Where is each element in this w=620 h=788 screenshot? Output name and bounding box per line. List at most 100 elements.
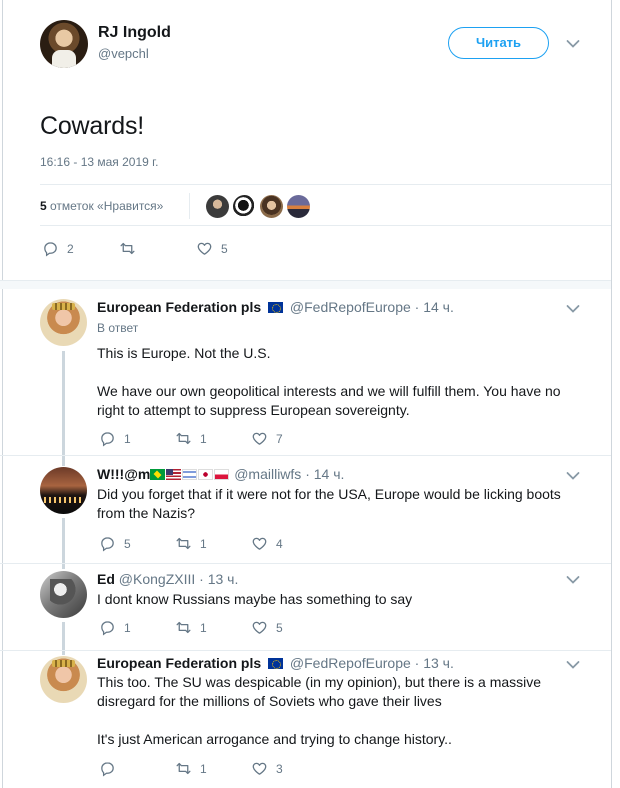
retweet-icon	[175, 619, 192, 636]
thread-line	[62, 518, 65, 563]
reply-text: Did you forget that if it were not for t…	[97, 485, 587, 523]
brazil-flag-icon	[150, 469, 166, 480]
reply-count: 1	[124, 620, 131, 635]
retweet-count: 1	[200, 536, 207, 551]
like-action[interactable]: 4	[251, 535, 283, 552]
reply-icon	[99, 430, 116, 447]
like-icon	[196, 240, 213, 257]
reply-action[interactable]	[99, 760, 124, 777]
thread-line	[62, 564, 65, 569]
reply-action[interactable]: 5	[99, 535, 131, 552]
like-action[interactable]: 7	[251, 430, 283, 447]
chevron-down-icon[interactable]	[566, 575, 580, 585]
poland-flag-icon	[214, 469, 230, 480]
retweet-count: 1	[200, 620, 207, 635]
chevron-down-icon[interactable]	[566, 471, 580, 481]
like-count: 5	[276, 620, 283, 635]
avatar[interactable]	[40, 467, 87, 514]
eu-flag-icon	[268, 302, 284, 313]
reply-text: This too. The SU was despicable (in my o…	[97, 673, 567, 749]
reply-count: 1	[124, 431, 131, 446]
eu-flag-icon	[268, 658, 284, 669]
retweet-icon	[175, 760, 192, 777]
chevron-down-icon[interactable]	[566, 304, 580, 314]
avatar[interactable]	[40, 20, 88, 68]
like-count: 5	[221, 241, 228, 256]
like-count: 4	[276, 536, 283, 551]
reply-author-handle[interactable]: @mailliwfs	[234, 466, 301, 482]
likes-count[interactable]: 5	[40, 199, 47, 213]
reply-author-handle[interactable]: @FedRepofEurope	[290, 299, 411, 315]
tweet-text: Cowards!	[40, 112, 144, 140]
reply-icon	[42, 240, 59, 257]
avatar[interactable]	[40, 299, 87, 346]
reply-author-name[interactable]: Ed	[97, 571, 115, 587]
reply-tweet[interactable]: W!!!@m @mailliwfs · 14 ч. Did you forget…	[0, 456, 611, 563]
in-reply-label[interactable]: В ответ	[97, 321, 138, 335]
chevron-down-icon[interactable]	[566, 39, 580, 49]
right-border	[611, 0, 612, 788]
reply-text: This is Europe. Not the U.S. We have our…	[97, 344, 587, 420]
liker-avatar[interactable]	[260, 195, 283, 218]
usa-flag-icon	[166, 469, 182, 480]
reply-author-handle[interactable]: @FedRepofEurope	[290, 655, 411, 671]
reply-author-name[interactable]: European Federation pls	[97, 299, 261, 315]
thread-line	[62, 622, 65, 650]
reply-tweet[interactable]: Ed @KongZXIII · 13 ч. I dont know Russia…	[0, 564, 611, 650]
avatar[interactable]	[40, 656, 87, 703]
israel-flag-icon	[182, 469, 198, 480]
author-handle[interactable]: @vepchl	[98, 46, 149, 61]
reply-header: European Federation pls @FedRepofEurope …	[97, 655, 454, 671]
liker-avatar[interactable]	[287, 195, 310, 218]
like-count: 7	[276, 431, 283, 446]
like-action[interactable]: 5	[251, 619, 283, 636]
reply-tweet[interactable]: European Federation pls @FedRepofEurope …	[0, 289, 611, 455]
chevron-down-icon[interactable]	[566, 660, 580, 670]
retweet-action[interactable]: 1	[175, 430, 207, 447]
reply-paragraph: This is Europe. Not the U.S.	[97, 345, 271, 361]
retweet-action[interactable]: 1	[175, 619, 207, 636]
retweet-icon	[175, 535, 192, 552]
reply-paragraph: Did you forget that if it were not for t…	[97, 486, 561, 521]
reply-action[interactable]: 1	[99, 619, 131, 636]
reply-header: European Federation pls @FedRepofEurope …	[97, 299, 454, 315]
retweet-action[interactable]: 1	[175, 760, 207, 777]
reply-paragraph: This too. The SU was despicable (in my o…	[97, 674, 542, 709]
reply-icon	[99, 619, 116, 636]
like-icon	[251, 430, 268, 447]
reply-time[interactable]: · 14 ч.	[415, 299, 454, 315]
like-icon	[251, 760, 268, 777]
tweet-timestamp[interactable]: 16:16 - 13 мая 2019 г.	[40, 155, 158, 169]
retweet-action[interactable]: 1	[175, 535, 207, 552]
retweet-action[interactable]	[119, 240, 144, 257]
retweet-icon	[175, 430, 192, 447]
like-icon	[251, 619, 268, 636]
thread-line	[62, 651, 65, 655]
thread-line	[62, 351, 65, 455]
liker-avatar[interactable]	[206, 195, 229, 218]
likes-row: 5 отметок «Нравится»	[40, 184, 611, 226]
reply-author-name[interactable]: European Federation pls	[97, 655, 261, 671]
reply-paragraph: It's just American arrogance and trying …	[97, 731, 452, 747]
avatar[interactable]	[40, 571, 87, 618]
likes-separator	[189, 193, 190, 219]
reply-time[interactable]: · 13 ч.	[415, 655, 454, 671]
liker-avatar[interactable]	[233, 195, 256, 218]
follow-button[interactable]: Читать	[448, 27, 549, 59]
reply-header: Ed @KongZXIII · 13 ч.	[97, 571, 238, 587]
tweet-actions: 2 5	[40, 240, 340, 260]
author-name[interactable]: RJ Ingold	[98, 24, 171, 42]
reply-tweet[interactable]: European Federation pls @FedRepofEurope …	[0, 651, 611, 788]
retweet-count: 1	[200, 431, 207, 446]
reply-action[interactable]: 1	[99, 430, 131, 447]
reply-author-name[interactable]: W!!!@m	[97, 466, 150, 482]
like-action[interactable]: 3	[251, 760, 283, 777]
reply-time[interactable]: · 13 ч.	[199, 571, 238, 587]
reply-count: 5	[124, 536, 131, 551]
reply-author-handle[interactable]: @KongZXIII	[119, 571, 195, 587]
japan-flag-icon	[198, 469, 214, 480]
like-action[interactable]: 5	[196, 240, 228, 257]
likes-label[interactable]: отметок «Нравится»	[50, 199, 163, 213]
reply-action[interactable]: 2	[42, 240, 74, 257]
reply-time[interactable]: · 14 ч.	[305, 466, 344, 482]
